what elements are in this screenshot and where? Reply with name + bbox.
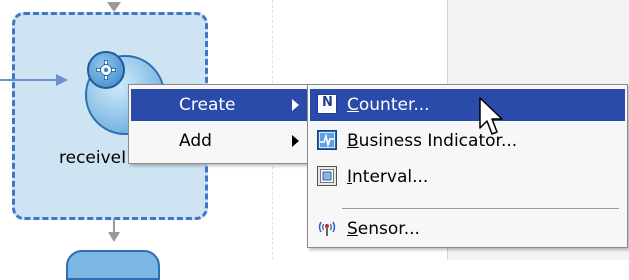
submenu-arrow-icon <box>292 135 299 147</box>
mouse-cursor-icon <box>479 97 503 135</box>
menu-item-add[interactable]: Add <box>131 125 309 157</box>
gear-icon <box>87 51 125 89</box>
create-submenu: N Counter... Business Indicator... Inter… <box>307 84 628 248</box>
activity-label: receiveI <box>59 148 127 168</box>
menu-item-label: Add <box>179 131 212 151</box>
next-activity-node[interactable] <box>66 250 160 280</box>
business-indicator-icon <box>317 130 337 150</box>
menu-separator <box>342 208 619 210</box>
interval-icon <box>317 166 337 186</box>
submenu-item-label: Counter... <box>347 95 430 115</box>
outgoing-flow-arrow <box>108 218 120 242</box>
incoming-link-arrow <box>0 74 68 86</box>
context-menu: Create Add <box>128 84 312 164</box>
sensor-icon <box>318 221 336 236</box>
counter-icon: N <box>317 94 337 114</box>
submenu-arrow-icon <box>292 99 299 111</box>
submenu-item-sensor[interactable]: Sensor... <box>310 213 625 245</box>
submenu-item-label: Interval... <box>347 167 429 187</box>
menu-item-create[interactable]: Create <box>131 89 309 121</box>
submenu-item-interval[interactable]: Interval... <box>310 161 625 193</box>
submenu-item-label: Sensor... <box>347 219 420 239</box>
submenu-item-counter[interactable]: N Counter... <box>310 89 625 121</box>
submenu-item-business-indicator[interactable]: Business Indicator... <box>310 125 625 157</box>
menu-item-label: Create <box>179 95 236 115</box>
counter-icon-letter: N <box>322 95 333 110</box>
